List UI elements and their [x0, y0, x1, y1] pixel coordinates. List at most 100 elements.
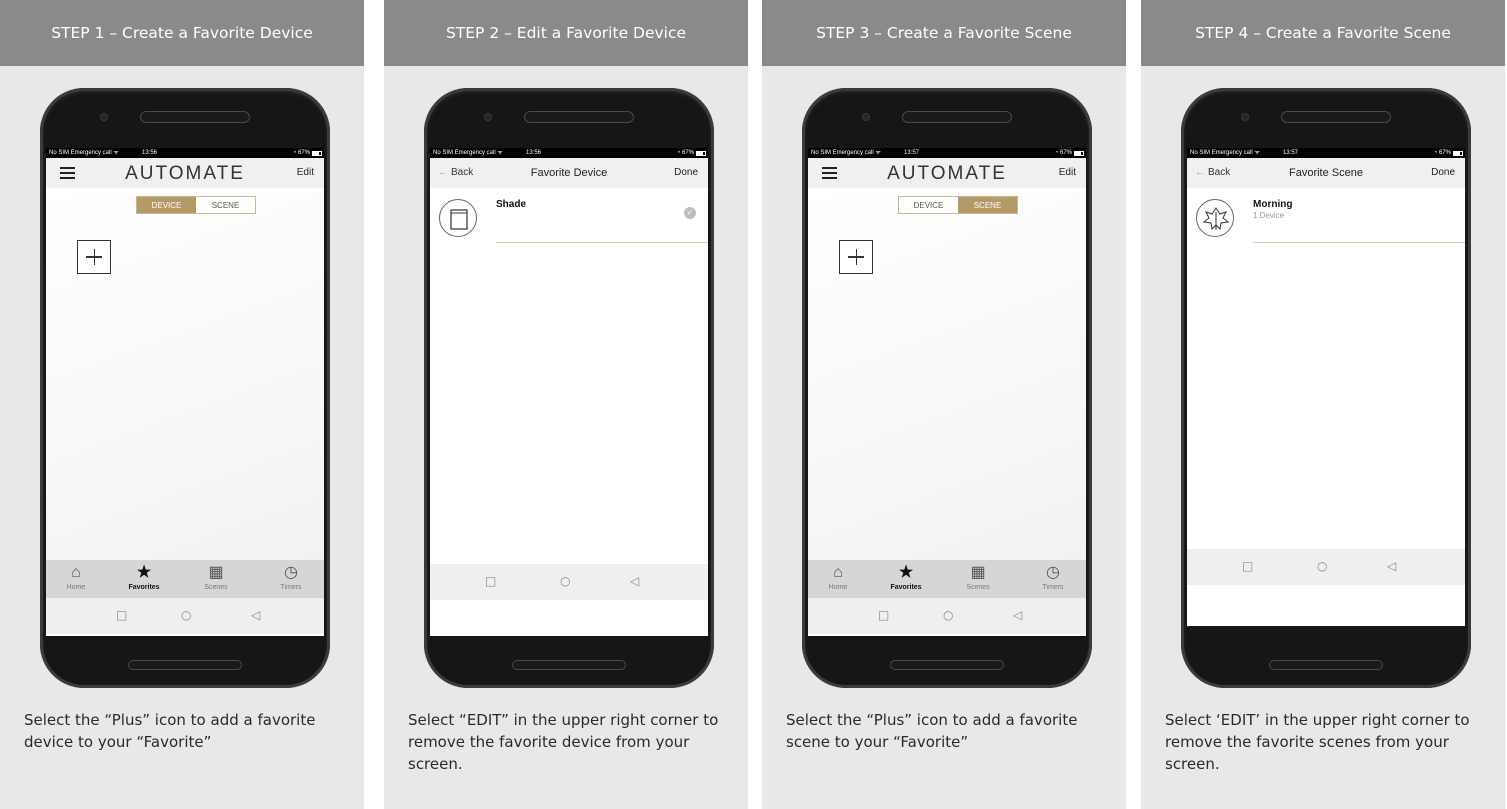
- step-header: STEP 2 – Edit a Favorite Device: [384, 0, 748, 66]
- step-caption: Select ‘EDIT’ in the upper right corner …: [1165, 711, 1470, 773]
- back-nav-icon[interactable]: ◁: [630, 574, 639, 588]
- tab-timers[interactable]: ◷ Timers: [1023, 562, 1083, 591]
- star-icon: ★: [898, 564, 914, 581]
- recent-apps-icon[interactable]: □: [116, 608, 127, 622]
- battery-text: ◔ 67%: [1433, 150, 1451, 156]
- done-button[interactable]: Done: [1431, 167, 1455, 178]
- camera-icon: [100, 113, 108, 121]
- step-panel-4: STEP 4 – Create a Favorite Scene No SIM …: [1141, 0, 1505, 809]
- film-icon: ▦: [208, 564, 224, 581]
- tab-timers[interactable]: ◷ Timers: [261, 562, 321, 591]
- tab-favorites[interactable]: ★ Favorites: [114, 562, 174, 591]
- battery-icon: [696, 151, 706, 156]
- done-button[interactable]: Done: [674, 167, 698, 178]
- device-scene-toggle: DEVICE SCENE: [136, 196, 256, 214]
- battery-icon: [312, 151, 322, 156]
- camera-icon: [862, 113, 870, 121]
- carrier-text: No SIM Emergency call ᯤ: [433, 150, 503, 156]
- home-nav-icon[interactable]: ○: [943, 608, 953, 622]
- back-nav-icon[interactable]: ◁: [1013, 608, 1022, 622]
- home-nav-icon[interactable]: ○: [181, 608, 191, 622]
- home-nav-icon[interactable]: ○: [1317, 559, 1327, 573]
- clock-text: 13:57: [904, 150, 920, 156]
- edit-button[interactable]: Edit: [1059, 167, 1076, 178]
- step-panel-2: STEP 2 – Edit a Favorite Device No SIM E…: [384, 0, 748, 809]
- phone-screen: No SIM Emergency call ᯤ 13:56 ◔ 67% AUTO…: [46, 148, 324, 636]
- page-title: Favorite Scene: [1289, 167, 1363, 179]
- battery-text: ◔ 67%: [292, 150, 310, 156]
- carrier-text: No SIM Emergency call ᯤ: [811, 150, 881, 156]
- battery-text: ◔ 67%: [676, 150, 694, 156]
- recent-apps-icon[interactable]: □: [1242, 559, 1253, 573]
- app-bar: ← Back Favorite Device Done: [430, 158, 708, 188]
- speaker-grille: [140, 111, 250, 123]
- phone-bottom-slot: [1269, 660, 1383, 670]
- bottom-tab-bar: ⌂ Home ★ Favorites ▦ Scenes ◷ Timers: [808, 560, 1086, 598]
- item-name: Morning: [1253, 199, 1293, 210]
- speaker-grille: [1281, 111, 1391, 123]
- recent-apps-icon[interactable]: □: [485, 574, 496, 588]
- recent-apps-icon[interactable]: □: [878, 608, 889, 622]
- app-logo: AUTOMATE: [125, 163, 245, 184]
- step-caption: Select the “Plus” icon to add a favorite…: [24, 711, 316, 751]
- phone-screen: No SIM Emergency call ᯤ 13:57 ◔ 67% ← Bac…: [1187, 148, 1465, 626]
- list-item[interactable]: Shade ✓: [430, 193, 708, 243]
- status-bar: No SIM Emergency call ᯤ 13:56 ◔ 67%: [46, 148, 324, 158]
- page-title: Favorite Device: [530, 167, 608, 179]
- back-nav-icon[interactable]: ◁: [251, 608, 260, 622]
- android-nav-bar: □ ○ ◁: [430, 564, 708, 600]
- phone-mockup: No SIM Emergency call ᯤ 13:56 ◔ 67% AUTO…: [40, 88, 330, 688]
- android-nav-bar: □ ○ ◁: [46, 598, 324, 634]
- clock-icon: ◷: [1046, 564, 1060, 581]
- tab-favorites[interactable]: ★ Favorites: [876, 562, 936, 591]
- back-nav-icon[interactable]: ◁: [1387, 559, 1396, 573]
- device-scene-toggle: DEVICE SCENE: [898, 196, 1018, 214]
- tab-scenes[interactable]: ▦ Scenes: [186, 562, 246, 591]
- scene-tab[interactable]: SCENE: [958, 197, 1017, 213]
- row-divider: [496, 242, 708, 243]
- tab-home[interactable]: ⌂ Home: [808, 562, 868, 591]
- battery-text: ◔ 67%: [1054, 150, 1072, 156]
- clock-text: 13:57: [1283, 150, 1299, 156]
- check-icon[interactable]: ✓: [684, 207, 696, 219]
- tab-scenes[interactable]: ▦ Scenes: [948, 562, 1008, 591]
- step-panel-1: STEP 1 – Create a Favorite Device No SIM…: [0, 0, 364, 809]
- battery-icon: [1074, 151, 1084, 156]
- bottom-tab-bar: ⌂ Home ★ Favorites ▦ Scenes ◷ Timers: [46, 560, 324, 598]
- carrier-text: No SIM Emergency call ᯤ: [49, 150, 119, 156]
- phone-screen: No SIM Emergency call ᯤ 13:57 ◔ 67% AUTO…: [808, 148, 1086, 636]
- tab-home[interactable]: ⌂ Home: [46, 562, 106, 591]
- home-icon: ⌂: [833, 564, 843, 581]
- star-icon: ★: [136, 564, 152, 581]
- camera-icon: [484, 113, 492, 121]
- carrier-text: No SIM Emergency call ᯤ: [1190, 150, 1260, 156]
- battery-icon: [1453, 151, 1463, 156]
- app-logo: AUTOMATE: [887, 163, 1007, 184]
- plus-icon[interactable]: [77, 240, 111, 274]
- status-bar: No SIM Emergency call ᯤ 13:57 ◔ 67%: [808, 148, 1086, 158]
- list-item[interactable]: Morning 1 Device: [1187, 193, 1465, 243]
- app-bar: ← Back Favorite Scene Done: [1187, 158, 1465, 188]
- shade-icon: [439, 199, 477, 237]
- item-subtitle: 1 Device: [1253, 211, 1285, 220]
- step-header: STEP 1 – Create a Favorite Device: [0, 0, 364, 66]
- edit-button[interactable]: Edit: [297, 167, 314, 178]
- home-nav-icon[interactable]: ○: [560, 574, 570, 588]
- phone-bottom-slot: [512, 660, 626, 670]
- device-tab[interactable]: DEVICE: [137, 197, 196, 213]
- device-tab[interactable]: DEVICE: [899, 197, 958, 213]
- phone-mockup: No SIM Emergency call ᯤ 13:57 ◔ 67% AUTO…: [802, 88, 1092, 688]
- scene-tab[interactable]: SCENE: [196, 197, 255, 213]
- plus-icon[interactable]: [839, 240, 873, 274]
- app-bar: AUTOMATE Edit: [808, 158, 1086, 188]
- speaker-grille: [902, 111, 1012, 123]
- speaker-grille: [524, 111, 634, 123]
- android-nav-bar: □ ○ ◁: [808, 598, 1086, 634]
- app-bar: AUTOMATE Edit: [46, 158, 324, 188]
- step-caption: Select “EDIT” in the upper right corner …: [408, 711, 719, 773]
- phone-bottom-slot: [890, 660, 1004, 670]
- phone-bottom-slot: [128, 660, 242, 670]
- item-name: Shade: [496, 199, 527, 210]
- clock-text: 13:56: [142, 150, 158, 156]
- phone-screen: No SIM Emergency call ᯤ 13:56 ◔ 67% ← Bac…: [430, 148, 708, 636]
